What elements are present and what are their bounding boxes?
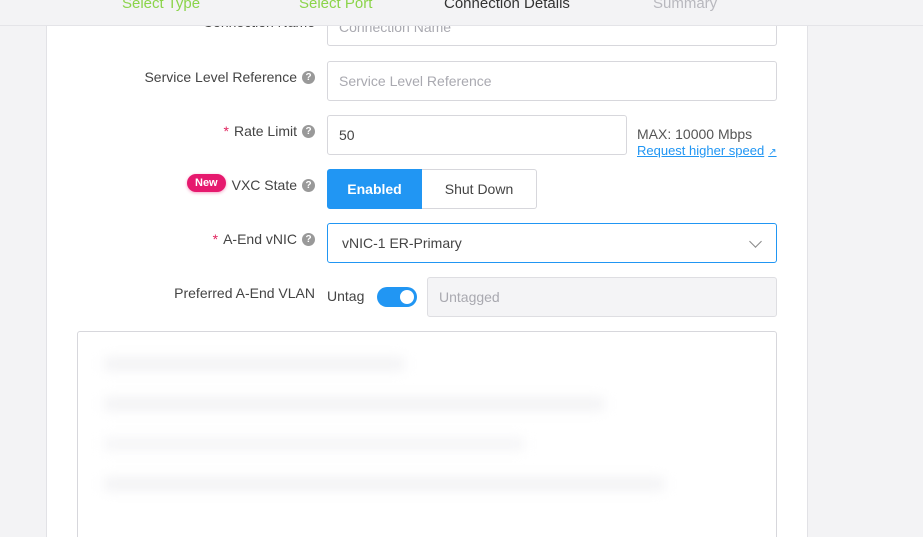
vxc-state-label: New VXC State ? <box>187 174 315 195</box>
shut-down-button[interactable]: Shut Down <box>422 169 537 209</box>
obscured-content <box>84 338 770 537</box>
help-icon[interactable]: ? <box>302 178 315 192</box>
request-higher-speed-link[interactable]: Request higher speed ↗ <box>637 143 777 158</box>
untag-label: Untag <box>327 288 365 304</box>
obscured-panel <box>77 331 777 537</box>
step-connection-details-overlay: Connection Details <box>444 0 570 12</box>
service-level-reference-input[interactable]: Service Level Reference <box>327 61 777 101</box>
wizard-steps-overlay: Select Type Select Port Connection Detai… <box>0 0 923 26</box>
help-icon[interactable]: ? <box>302 70 315 84</box>
rate-limit-label: * Rate Limit ? <box>224 121 315 141</box>
service-level-reference-label: Service Level Reference ? <box>144 67 315 87</box>
required-asterisk: * <box>212 231 219 247</box>
toggle-knob <box>400 290 414 304</box>
step-select-port-overlay: Select Port <box>299 0 373 12</box>
rate-limit-input[interactable]: 50 <box>327 115 627 155</box>
required-asterisk: * <box>223 123 229 139</box>
help-icon[interactable]: ? <box>302 232 315 246</box>
new-badge: New <box>187 174 226 192</box>
a-end-vnic-label: * A-End vNIC ? <box>213 229 315 249</box>
a-end-vnic-select[interactable]: vNIC-1 ER-Primary <box>327 223 777 263</box>
vxc-state-toggle-group: Enabled Shut Down <box>327 169 537 209</box>
rate-limit-max: MAX: 10000 Mbps <box>637 126 753 142</box>
enabled-button[interactable]: Enabled <box>327 169 422 209</box>
external-link-icon: ↗ <box>768 147 777 158</box>
chevron-down-icon <box>749 235 762 248</box>
step-summary-overlay: Summary <box>653 0 718 12</box>
vlan-input: Untagged <box>427 277 777 317</box>
untag-toggle[interactable] <box>377 287 417 307</box>
preferred-vlan-label: Preferred A-End VLAN <box>174 285 315 301</box>
help-icon[interactable]: ? <box>302 124 315 138</box>
step-select-type-overlay: Select Type <box>122 0 201 12</box>
